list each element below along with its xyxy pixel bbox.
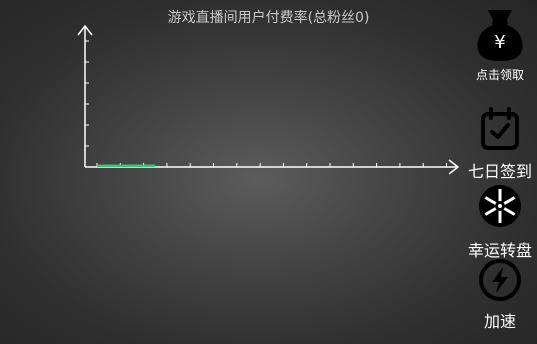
chart — [77, 24, 460, 175]
speed-label: 加速 — [483, 312, 516, 331]
money-bag-icon: ¥ — [473, 6, 527, 66]
reward-button[interactable]: ¥ 点击领取 — [468, 6, 532, 83]
data-bar — [97, 164, 156, 167]
checkin-button[interactable]: 七日签到 — [462, 106, 537, 182]
checkin-label: 七日签到 — [467, 162, 532, 181]
yuan-glyph: ¥ — [494, 32, 505, 53]
wheel-button[interactable]: 幸运转盘 — [462, 182, 537, 261]
reward-label: 点击领取 — [475, 68, 524, 82]
speed-button[interactable]: 加速 — [468, 258, 532, 332]
lightning-icon — [478, 258, 522, 306]
calendar-check-icon — [477, 106, 523, 156]
lucky-wheel-icon — [476, 182, 524, 234]
